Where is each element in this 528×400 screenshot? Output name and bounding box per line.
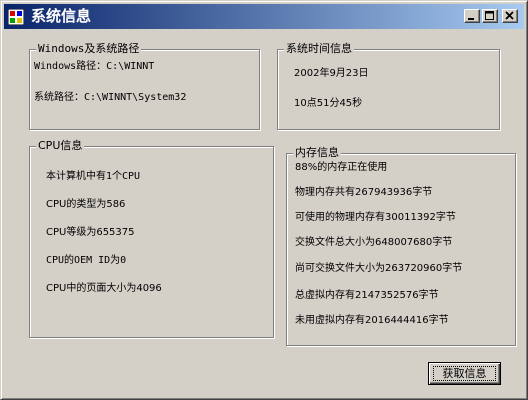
memory-load-text: 88%的内存正在使用 (295, 162, 388, 173)
windows-path-text: Windows路径：C:\WINNT (34, 61, 155, 72)
memory-info-group: 内存信息 88%的内存正在使用 物理内存共有267943936字节 可使用的物理… (286, 146, 516, 346)
available-physical-text: 可使用的物理内存有30011392字节 (295, 212, 456, 223)
system-path-text: 系统路径：C:\WINNT\System32 (34, 92, 187, 103)
get-info-button-label: 获取信息 (442, 367, 487, 380)
time-text: 10点51分45秒 (294, 98, 363, 109)
app-icon (8, 9, 24, 25)
close-icon (505, 11, 514, 20)
total-virtual-text: 总虚拟内存有2147352576字节 (295, 290, 439, 301)
total-physical-text: 物理内存共有267943936字节 (295, 187, 433, 198)
windows-path-legend: Windows及系统路径 (36, 42, 142, 56)
windows-path-group: Windows及系统路径 Windows路径：C:\WINNT 系统路径：C:\… (29, 42, 260, 130)
available-virtual-text: 未用虚拟内存有2016444416字节 (295, 315, 449, 326)
available-pagefile-text: 尚可交换文件大小为263720960字节 (295, 263, 463, 274)
cpu-page-size-text: CPU中的页面大小为4096 (46, 283, 162, 294)
maximize-button[interactable] (482, 9, 498, 23)
cpu-count-text: 本计算机中有1个CPU (46, 171, 141, 182)
system-time-group: 系统时间信息 2002年9月23日 10点51分45秒 (277, 42, 500, 130)
minimize-icon (468, 18, 474, 20)
system-time-legend: 系统时间信息 (284, 42, 354, 56)
minimize-button[interactable] (464, 9, 480, 23)
date-text: 2002年9月23日 (294, 68, 369, 79)
title-bar[interactable]: 系统信息 (4, 4, 524, 29)
close-button[interactable] (502, 9, 518, 23)
cpu-info-group: CPU信息 本计算机中有1个CPU CPU的类型为586 CPU等级为65537… (29, 139, 274, 338)
total-pagefile-text: 交换文件总大小为648007680字节 (295, 237, 453, 248)
window-title: 系统信息 (31, 7, 92, 25)
cpu-oem-id-text: CPU的OEM ID为0 (46, 255, 127, 266)
get-info-button[interactable]: 获取信息 (428, 362, 501, 385)
memory-info-legend: 内存信息 (293, 146, 341, 160)
cpu-level-text: CPU等级为655375 (46, 227, 135, 238)
system-info-window: 系统信息 Windows及系统路径 Windows路径：C:\WINNT 系统路… (0, 0, 528, 400)
maximize-icon (485, 11, 494, 20)
cpu-info-legend: CPU信息 (36, 139, 85, 153)
cpu-type-text: CPU的类型为586 (46, 199, 126, 210)
